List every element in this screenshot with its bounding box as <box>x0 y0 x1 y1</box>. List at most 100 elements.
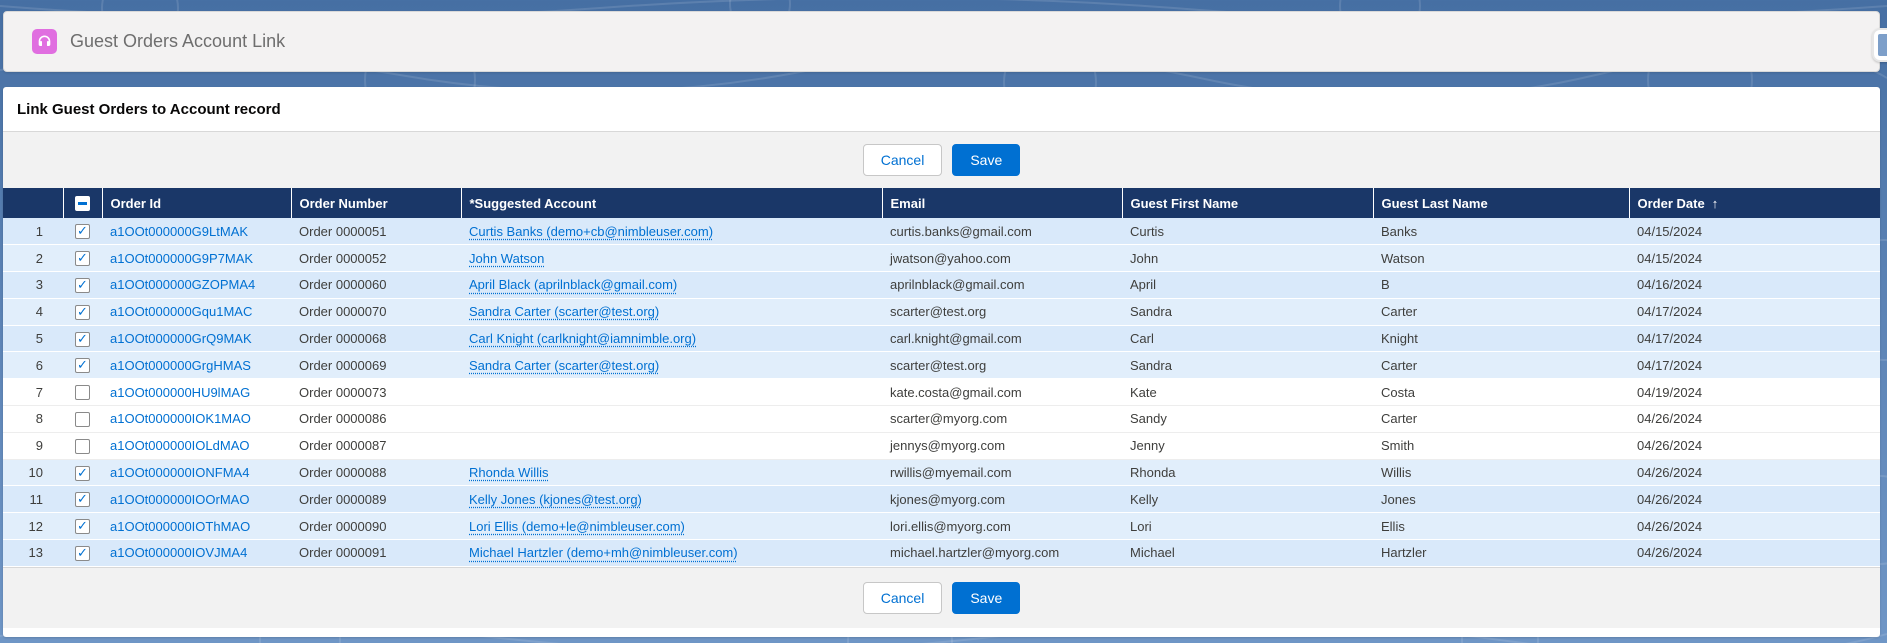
row-number: 12 <box>3 513 63 540</box>
order-id-link[interactable]: a1OOt000000IOVJMA4 <box>110 545 247 560</box>
row-checkbox[interactable] <box>75 546 90 561</box>
order-date-cell: 04/16/2024 <box>1629 272 1880 299</box>
last-name-cell: B <box>1373 272 1629 299</box>
suggested-account-cell: Curtis Banks (demo+cb@nimbleuser.com) <box>461 218 882 245</box>
suggested-account-link[interactable]: Rhonda Willis <box>469 465 548 480</box>
suggested-account-link[interactable]: Sandra Carter (scarter@test.org) <box>469 358 659 373</box>
suggested-account-link[interactable]: April Black (aprilnblack@gmail.com) <box>469 277 677 292</box>
row-number: 7 <box>3 379 63 406</box>
column-header-order-id[interactable]: Order Id <box>102 188 291 218</box>
column-header-guest-last-name[interactable]: Guest Last Name <box>1373 188 1629 218</box>
row-checkbox[interactable] <box>75 251 90 266</box>
first-name-cell: Sandy <box>1122 406 1373 433</box>
row-checkbox[interactable] <box>75 439 90 454</box>
order-id-link[interactable]: a1OOt000000IOK1MAO <box>110 411 251 426</box>
order-number-cell: Order 0000089 <box>291 486 461 513</box>
last-name-cell: Hartzler <box>1373 540 1629 567</box>
order-id-cell: a1OOt000000GZOPMA4 <box>102 272 291 299</box>
order-date-cell: 04/26/2024 <box>1629 406 1880 433</box>
orders-table: Order Id Order Number *Suggested Account… <box>3 188 1880 567</box>
order-id-link[interactable]: a1OOt000000GrgHMAS <box>110 358 251 373</box>
order-id-link[interactable]: a1OOt000000IOLdMAO <box>110 438 249 453</box>
order-id-link[interactable]: a1OOt000000HU9lMAG <box>110 385 250 400</box>
table-row: 6 a1OOt000000GrgHMAS Order 0000069 Sandr… <box>3 352 1880 379</box>
order-id-link[interactable]: a1OOt000000IOOrMAO <box>110 492 249 507</box>
order-id-link[interactable]: a1OOt000000Gqu1MAC <box>110 304 252 319</box>
suggested-account-link[interactable]: Carl Knight (carlknight@iamnimble.org) <box>469 331 696 346</box>
order-id-cell: a1OOt000000IOOrMAO <box>102 486 291 513</box>
order-number-cell: Order 0000060 <box>291 272 461 299</box>
order-id-cell: a1OOt000000IOK1MAO <box>102 406 291 433</box>
email-cell: jennys@myorg.com <box>882 432 1122 459</box>
save-button[interactable]: Save <box>952 144 1020 176</box>
row-checkbox[interactable] <box>75 305 90 320</box>
column-header-order-number[interactable]: Order Number <box>291 188 461 218</box>
order-id-link[interactable]: a1OOt000000G9LtMAK <box>110 224 248 239</box>
table-row: 7 a1OOt000000HU9lMAG Order 0000073 kate.… <box>3 379 1880 406</box>
first-name-cell: Kelly <box>1122 486 1373 513</box>
suggested-account-link[interactable]: John Watson <box>469 251 544 266</box>
column-header-order-date[interactable]: Order Date↑ <box>1629 188 1880 218</box>
order-id-link[interactable]: a1OOt000000IOThMAO <box>110 519 250 534</box>
last-name-cell: Carter <box>1373 406 1629 433</box>
save-button[interactable]: Save <box>952 582 1020 614</box>
select-all-checkbox[interactable] <box>75 196 90 211</box>
order-number-cell: Order 0000090 <box>291 513 461 540</box>
first-name-cell: Michael <box>1122 540 1373 567</box>
row-checkbox[interactable] <box>75 385 90 400</box>
row-checkbox[interactable] <box>75 278 90 293</box>
table-header-row: Order Id Order Number *Suggested Account… <box>3 188 1880 218</box>
row-checkbox-cell <box>63 352 102 379</box>
row-checkbox[interactable] <box>75 466 90 481</box>
suggested-account-link[interactable]: Curtis Banks (demo+cb@nimbleuser.com) <box>469 224 713 239</box>
first-name-cell: Curtis <box>1122 218 1373 245</box>
suggested-account-link[interactable]: Lori Ellis (demo+le@nimbleuser.com) <box>469 519 685 534</box>
table-row: 3 a1OOt000000GZOPMA4 Order 0000060 April… <box>3 272 1880 299</box>
suggested-account-link[interactable]: Sandra Carter (scarter@test.org) <box>469 304 659 319</box>
first-name-cell: Rhonda <box>1122 459 1373 486</box>
last-name-cell: Costa <box>1373 379 1629 406</box>
table-body: 1 a1OOt000000G9LtMAK Order 0000051 Curti… <box>3 218 1880 566</box>
last-name-cell: Banks <box>1373 218 1629 245</box>
row-checkbox[interactable] <box>75 332 90 347</box>
cancel-button[interactable]: Cancel <box>863 582 943 614</box>
column-header-suggested-account[interactable]: *Suggested Account <box>461 188 882 218</box>
select-all-header <box>63 188 102 218</box>
cancel-button[interactable]: Cancel <box>863 144 943 176</box>
row-checkbox-cell <box>63 298 102 325</box>
first-name-cell: Sandra <box>1122 298 1373 325</box>
suggested-account-cell: April Black (aprilnblack@gmail.com) <box>461 272 882 299</box>
order-id-link[interactable]: a1OOt000000GZOPMA4 <box>110 277 255 292</box>
order-date-cell: 04/26/2024 <box>1629 459 1880 486</box>
partial-floating-button[interactable] <box>1872 28 1887 62</box>
order-number-cell: Order 0000091 <box>291 540 461 567</box>
row-checkbox[interactable] <box>75 412 90 427</box>
row-number: 2 <box>3 245 63 272</box>
row-number: 1 <box>3 218 63 245</box>
row-checkbox[interactable] <box>75 224 90 239</box>
row-checkbox-cell <box>63 513 102 540</box>
order-id-link[interactable]: a1OOt000000G9P7MAK <box>110 251 253 266</box>
first-name-cell: Sandra <box>1122 352 1373 379</box>
column-header-guest-first-name[interactable]: Guest First Name <box>1122 188 1373 218</box>
first-name-cell: John <box>1122 245 1373 272</box>
suggested-account-link[interactable]: Michael Hartzler (demo+mh@nimbleuser.com… <box>469 545 738 560</box>
row-checkbox[interactable] <box>75 519 90 534</box>
last-name-cell: Watson <box>1373 245 1629 272</box>
order-date-cell: 04/17/2024 <box>1629 325 1880 352</box>
order-id-cell: a1OOt000000GrQ9MAK <box>102 325 291 352</box>
row-checkbox[interactable] <box>75 358 90 373</box>
first-name-cell: April <box>1122 272 1373 299</box>
column-header-email[interactable]: Email <box>882 188 1122 218</box>
order-id-link[interactable]: a1OOt000000IONFMA4 <box>110 465 249 480</box>
first-name-cell: Lori <box>1122 513 1373 540</box>
order-id-cell: a1OOt000000HU9lMAG <box>102 379 291 406</box>
last-name-cell: Willis <box>1373 459 1629 486</box>
last-name-cell: Smith <box>1373 432 1629 459</box>
row-checkbox[interactable] <box>75 492 90 507</box>
suggested-account-link[interactable]: Kelly Jones (kjones@test.org) <box>469 492 642 507</box>
order-id-link[interactable]: a1OOt000000GrQ9MAK <box>110 331 252 346</box>
table-row: 9 a1OOt000000IOLdMAO Order 0000087 jenny… <box>3 432 1880 459</box>
row-number-header <box>3 188 63 218</box>
row-number: 6 <box>3 352 63 379</box>
